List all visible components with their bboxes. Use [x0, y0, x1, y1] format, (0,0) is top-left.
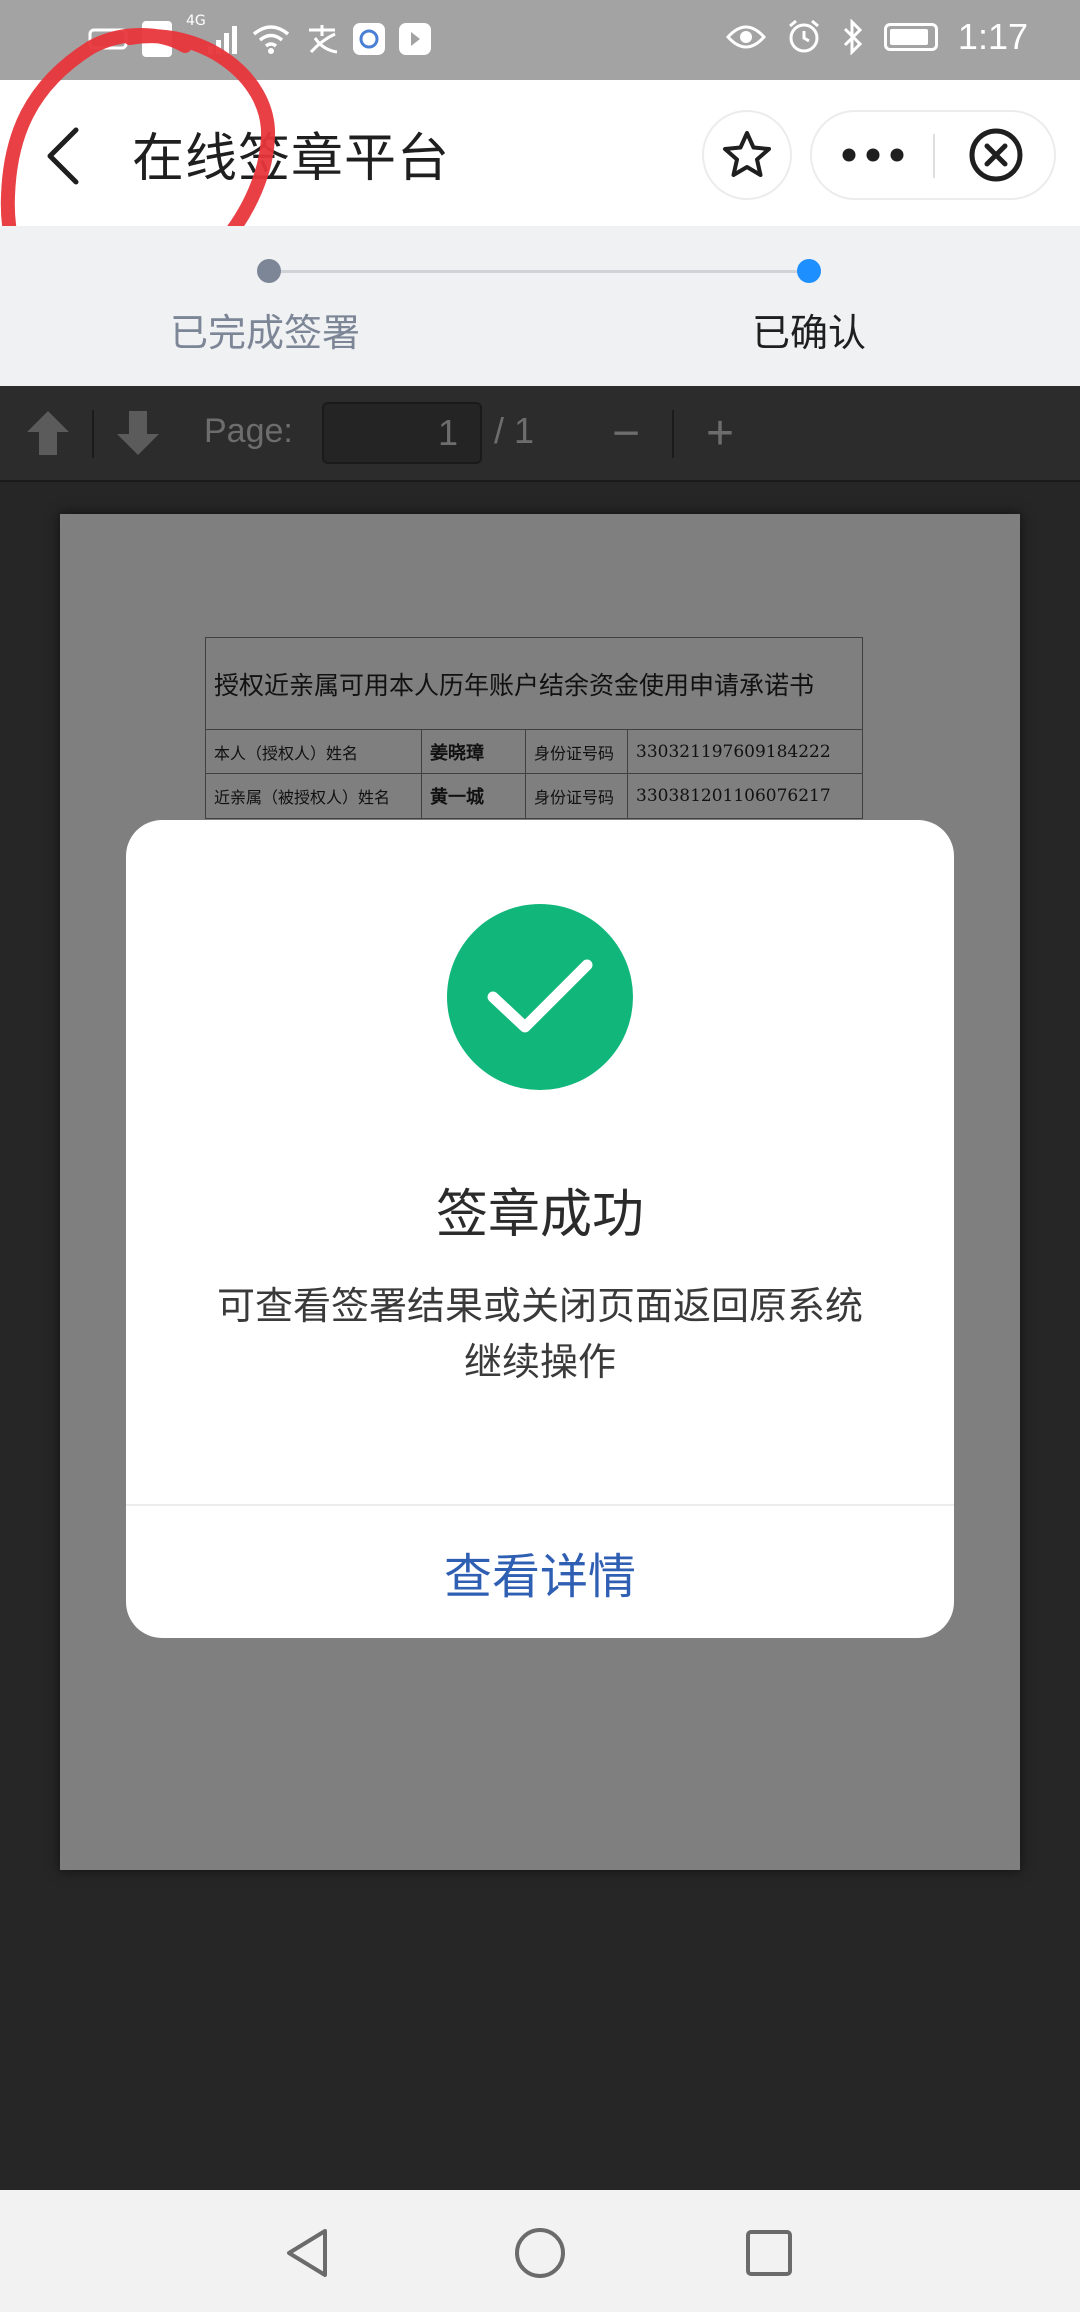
dialog-message: 可查看签署结果或关闭页面返回原系统继续操作 [216, 1284, 863, 1384]
system-nav-bar [0, 2190, 1080, 2312]
circle-home-icon [515, 2228, 565, 2278]
success-dialog: 签章成功 可查看签署结果或关闭页面返回原系统继续操作 查看详情 [126, 820, 954, 1638]
check-circle-icon [447, 904, 633, 1090]
dialog-title: 签章成功 [435, 1185, 644, 1245]
nav-back-button[interactable] [272, 2218, 342, 2288]
view-details-button[interactable]: 查看详情 [126, 1506, 954, 1638]
triangle-back-icon [287, 2229, 327, 2277]
modal-overlay: 签章成功 可查看签署结果或关闭页面返回原系统继续操作 查看详情 [0, 0, 1080, 2190]
nav-home-button[interactable] [505, 2218, 575, 2288]
square-recents-icon [746, 2230, 792, 2276]
nav-recents-button[interactable] [734, 2218, 804, 2288]
